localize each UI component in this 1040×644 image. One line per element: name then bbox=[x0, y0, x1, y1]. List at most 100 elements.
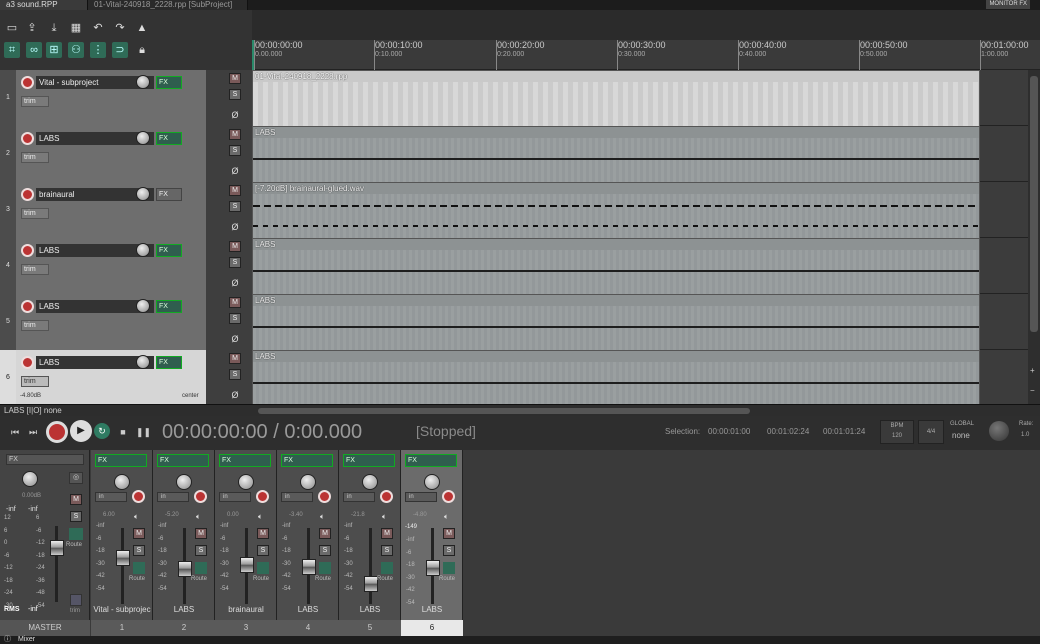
fx-button[interactable]: FX bbox=[156, 132, 182, 145]
mute-button[interactable]: M bbox=[229, 297, 241, 308]
track-row[interactable]: 4 LABS FX trim M S Ø bbox=[0, 238, 252, 294]
master-volume-knob[interactable] bbox=[22, 471, 38, 487]
open-project-icon[interactable]: ⇪ bbox=[24, 20, 40, 36]
fx-button[interactable]: FX bbox=[156, 356, 182, 369]
timeline-ruler[interactable]: 00:00:00:00 0.00.000 00:00:10:00 0:10.000 … bbox=[252, 40, 1040, 70]
track-lane[interactable]: [-7.20dB] brainaural-glued.wav bbox=[252, 182, 1028, 238]
mute-button[interactable]: M bbox=[229, 241, 241, 252]
strip-fx-button[interactable]: FX bbox=[281, 454, 333, 467]
master-fx-button[interactable]: FX bbox=[6, 454, 84, 465]
strip-mute-button[interactable]: M bbox=[195, 528, 207, 539]
solo-button[interactable]: S bbox=[229, 145, 241, 156]
phase-button[interactable]: Ø bbox=[229, 166, 241, 177]
strip-volume-fader[interactable] bbox=[302, 559, 316, 575]
volume-knob[interactable] bbox=[136, 243, 150, 257]
strip-input-select[interactable]: in bbox=[281, 492, 313, 502]
track-header[interactable]: brainaural FX trim bbox=[16, 182, 206, 238]
master-trim-icon[interactable] bbox=[70, 594, 82, 606]
strip-volume-fader[interactable] bbox=[178, 561, 192, 577]
strip-volume-fader[interactable] bbox=[240, 557, 254, 573]
track-row[interactable]: 1 Vital - subproject FX trim M S Ø bbox=[0, 70, 252, 126]
speaker-icon[interactable]: 🔈︎ bbox=[444, 512, 449, 522]
strip-solo-button[interactable]: S bbox=[381, 545, 393, 556]
time-signature[interactable]: 4/4 bbox=[918, 420, 944, 444]
horizontal-scrollbar[interactable] bbox=[258, 408, 750, 414]
strip-solo-button[interactable]: S bbox=[133, 545, 145, 556]
strip-mute-button[interactable]: M bbox=[381, 528, 393, 539]
item-grouping-icon[interactable]: ⚇ bbox=[68, 42, 84, 58]
mixer-tab[interactable]: Mixer bbox=[18, 636, 35, 644]
media-item-audio[interactable]: [-7.20dB] brainaural-glued.wav bbox=[252, 182, 980, 238]
track-row-selected[interactable]: 6 LABS FX trim -4.80dB center M S Ø bbox=[0, 350, 252, 406]
strip-volume-fader[interactable] bbox=[364, 576, 378, 592]
strip-input-select[interactable]: in bbox=[157, 492, 189, 502]
phase-button[interactable]: Ø bbox=[229, 334, 241, 345]
rate-knob[interactable] bbox=[989, 421, 1009, 441]
track-lane[interactable]: 01-Vital-240918_2228.rpp bbox=[252, 70, 1028, 126]
mixer-channel-strip[interactable]: FX in -21.8 🔈︎ -inf -6 -18 -30 -42 -54 M S Ro… bbox=[339, 450, 401, 636]
volume-knob[interactable] bbox=[136, 299, 150, 313]
strip-route-icon[interactable] bbox=[195, 562, 207, 574]
record-arm-button[interactable] bbox=[21, 76, 34, 89]
track-header[interactable]: LABS FX trim bbox=[16, 126, 206, 182]
strip-fx-button[interactable]: FX bbox=[219, 454, 271, 467]
media-item-midi[interactable]: LABS bbox=[252, 126, 980, 182]
strip-mute-button[interactable]: M bbox=[443, 528, 455, 539]
mixer-channel-strip[interactable]: FX in -4.80 🔈︎ -inf -6 -18 -30 -42 -54 M S Ro… bbox=[401, 450, 463, 636]
volume-knob[interactable] bbox=[136, 131, 150, 145]
strip-record-arm[interactable] bbox=[256, 490, 269, 503]
bpm-box[interactable]: BPM 120 bbox=[880, 420, 914, 444]
track-lane[interactable]: LABS bbox=[252, 126, 1028, 182]
stop-icon[interactable]: ■ bbox=[116, 425, 130, 439]
selection-start[interactable]: 00:00:01:00 bbox=[708, 427, 750, 436]
info-icon[interactable]: ⓘ bbox=[4, 636, 11, 644]
strip-record-arm[interactable] bbox=[318, 490, 331, 503]
strip-route-icon[interactable] bbox=[319, 562, 331, 574]
lock-icon[interactable]: 🔒︎ bbox=[134, 42, 150, 58]
vertical-scrollbar[interactable]: + − bbox=[1028, 70, 1040, 404]
track-lane[interactable]: LABS bbox=[252, 294, 1028, 350]
trim-button[interactable]: trim bbox=[21, 208, 49, 219]
mixer-channel-strip[interactable]: FX in 0.00 🔈︎ -inf -6 -18 -30 -42 -54 M S Rou… bbox=[215, 450, 277, 636]
track-header[interactable]: LABS FX trim -4.80dB center bbox=[16, 350, 206, 406]
record-button[interactable] bbox=[46, 421, 68, 443]
speaker-icon[interactable]: 🔈︎ bbox=[382, 512, 387, 522]
phase-button[interactable]: Ø bbox=[229, 278, 241, 289]
monitor-fx-button[interactable]: MONITOR FX bbox=[986, 0, 1030, 9]
record-arm-button[interactable] bbox=[21, 300, 34, 313]
volume-knob[interactable] bbox=[136, 75, 150, 89]
solo-button[interactable]: S bbox=[229, 369, 241, 380]
metronome-icon[interactable]: ▲ bbox=[134, 20, 150, 36]
strip-solo-button[interactable]: S bbox=[443, 545, 455, 556]
speaker-icon[interactable]: 🔈︎ bbox=[320, 512, 325, 522]
strip-mute-button[interactable]: M bbox=[319, 528, 331, 539]
strip-route-icon[interactable] bbox=[381, 562, 393, 574]
selection-end[interactable]: 00:01:02:24 bbox=[767, 427, 809, 436]
strip-route-icon[interactable] bbox=[257, 562, 269, 574]
strip-fx-button[interactable]: FX bbox=[343, 454, 395, 467]
mixer-channel-strip[interactable]: FX in -5.20 🔈︎ -inf -6 -18 -30 -42 -54 M S Ro… bbox=[153, 450, 215, 636]
new-project-icon[interactable]: ▭ bbox=[4, 20, 20, 36]
master-mono-icon[interactable]: ◎ bbox=[69, 472, 83, 484]
strip-fx-button[interactable]: FX bbox=[405, 454, 457, 467]
strip-input-select[interactable]: in bbox=[219, 492, 251, 502]
strip-pan-knob[interactable] bbox=[238, 474, 254, 490]
track-row[interactable]: 5 LABS FX trim M S Ø bbox=[0, 294, 252, 350]
global-automation[interactable]: none bbox=[952, 431, 970, 440]
record-arm-button[interactable] bbox=[21, 132, 34, 145]
track-row[interactable]: 3 brainaural FX trim M S Ø bbox=[0, 182, 252, 238]
track-header[interactable]: LABS FX trim bbox=[16, 294, 206, 350]
strip-pan-knob[interactable] bbox=[424, 474, 440, 490]
track-lane[interactable]: LABS bbox=[252, 350, 1028, 404]
redo-icon[interactable]: ↷ bbox=[112, 20, 128, 36]
trim-button[interactable]: trim bbox=[21, 320, 49, 331]
phase-button[interactable]: Ø bbox=[229, 222, 241, 233]
solo-button[interactable]: S bbox=[229, 313, 241, 324]
play-button[interactable]: ▶ bbox=[70, 420, 92, 442]
strip-pan-knob[interactable] bbox=[176, 474, 192, 490]
track-header[interactable]: Vital - subproject FX trim bbox=[16, 70, 206, 126]
speaker-icon[interactable]: 🔈︎ bbox=[258, 512, 263, 522]
strip-fx-button[interactable]: FX bbox=[95, 454, 147, 467]
strip-solo-button[interactable]: S bbox=[319, 545, 331, 556]
strip-route-icon[interactable] bbox=[443, 562, 455, 574]
